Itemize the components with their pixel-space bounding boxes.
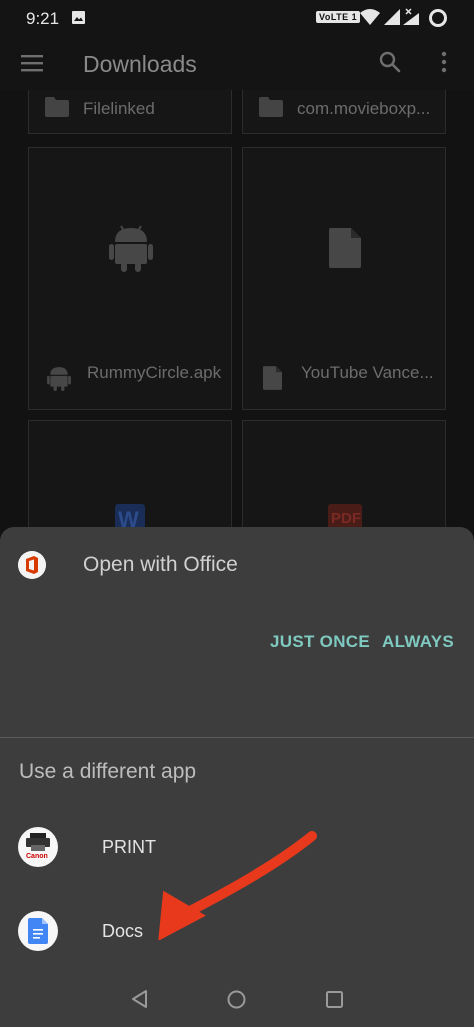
- folder-name: com.movieboxp...: [297, 99, 431, 118]
- sheet-title: Open with Office: [83, 553, 238, 576]
- search-icon[interactable]: [378, 50, 402, 74]
- always-button[interactable]: ALWAYS: [382, 632, 454, 652]
- canon-print-icon: Canon: [18, 827, 58, 867]
- file-card[interactable]: W: [28, 420, 232, 540]
- signal-no-data-icon: [403, 8, 419, 25]
- folder-icon: [259, 97, 283, 117]
- page-title: Downloads: [83, 51, 197, 77]
- section-label: Use a different app: [19, 760, 197, 783]
- status-time: 9:21: [26, 9, 60, 28]
- home-icon[interactable]: [226, 989, 247, 1010]
- status-bar: 9:21 VoLTE 1: [0, 0, 474, 36]
- document-icon: [263, 366, 282, 390]
- pdf-thumb-label: PDF: [331, 510, 361, 527]
- app-bar: Downloads: [0, 36, 474, 90]
- printer-icon: [26, 833, 50, 851]
- app-label: Docs: [102, 921, 144, 941]
- folder-name: Filelinked: [83, 99, 155, 118]
- wifi-icon: [360, 9, 380, 25]
- just-once-button[interactable]: JUST ONCE: [270, 632, 370, 652]
- image-icon: [72, 11, 85, 24]
- file-name: RummyCircle.apk: [87, 363, 222, 382]
- android-icon: [47, 367, 71, 391]
- docs-page-icon: [28, 918, 48, 944]
- google-docs-icon: [18, 911, 58, 951]
- open-with-sheet: Open with Office JUST ONCE ALWAYS Use a …: [0, 527, 474, 1027]
- signal-icon: [384, 9, 400, 25]
- office-logo-icon: [18, 551, 46, 579]
- navigation-bar: [0, 972, 474, 1027]
- document-icon: [329, 228, 361, 268]
- red-arrow-annotation: [158, 831, 317, 940]
- battery-icon: [429, 9, 447, 27]
- menu-icon[interactable]: [21, 54, 43, 72]
- back-icon[interactable]: [130, 989, 150, 1009]
- file-card[interactable]: RummyCircle.apk: [28, 147, 232, 410]
- android-icon: [109, 225, 153, 272]
- folder-icon: [45, 97, 69, 117]
- folder-card[interactable]: Filelinked: [28, 90, 232, 134]
- file-card[interactable]: PDF: [242, 420, 446, 540]
- file-card[interactable]: YouTube Vance...: [242, 147, 446, 410]
- overflow-menu-icon[interactable]: [436, 50, 452, 74]
- recents-icon[interactable]: [325, 990, 344, 1009]
- folder-card[interactable]: com.movieboxp...: [242, 90, 446, 134]
- file-name: YouTube Vance...: [301, 363, 434, 382]
- canon-caption: Canon: [26, 853, 48, 860]
- network-badge: VoLTE 1: [316, 11, 361, 23]
- divider: [0, 737, 474, 738]
- downloads-grid: Filelinked com.movieboxp... RummyCircle.…: [0, 90, 474, 540]
